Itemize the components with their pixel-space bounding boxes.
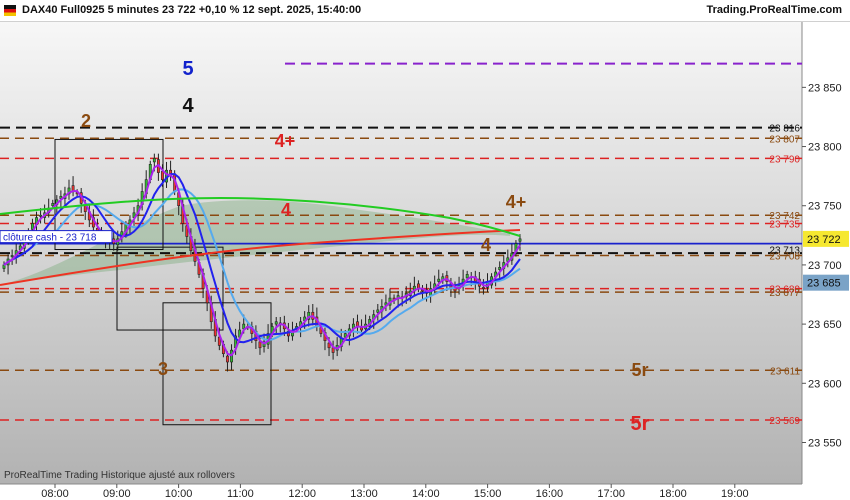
cash-close-text: clôture cash - 23 718 — [3, 233, 97, 244]
candle-body — [376, 309, 380, 313]
candle-body — [258, 341, 262, 349]
x-tick-label: 13:00 — [350, 488, 378, 500]
level-label: 23 816 — [769, 124, 800, 135]
level-label: 23 569 — [769, 416, 800, 427]
candle-body — [274, 321, 278, 325]
x-tick-label: 09:00 — [103, 488, 131, 500]
x-tick-label: 10:00 — [165, 488, 193, 500]
level-label: 23 708 — [769, 251, 800, 262]
y-tick-label: 23 650 — [808, 319, 842, 331]
x-tick-label: 18:00 — [659, 488, 687, 500]
candle-body — [10, 255, 14, 257]
wave-annotation: 4+ — [506, 192, 527, 212]
level-label: 23 611 — [770, 366, 800, 377]
candle-body — [360, 327, 363, 331]
level-label: 23 677 — [769, 288, 800, 299]
wave-annotation: 4 — [182, 95, 194, 117]
y-tick-label: 23 750 — [808, 201, 842, 213]
y-tick-label: 23 850 — [808, 82, 842, 94]
wave-annotation: 4 — [281, 200, 291, 220]
wave-annotation: 5 — [182, 58, 193, 80]
y-tick-label: 23 800 — [808, 142, 842, 154]
candle-body — [482, 287, 485, 289]
candle-body — [242, 323, 246, 330]
level-label: 23 807 — [769, 134, 800, 145]
wave-annotation: 5r — [631, 360, 648, 380]
wave-annotation: 2 — [81, 111, 91, 131]
x-tick-label: 08:00 — [41, 488, 69, 500]
candle-body — [465, 274, 469, 279]
candle-body — [161, 171, 164, 180]
y-tick-label: 23 600 — [808, 378, 842, 390]
x-tick-label: 17:00 — [597, 488, 625, 500]
price-badge-label: 23 722 — [807, 234, 841, 246]
level-label: 23 790 — [769, 154, 800, 165]
footer-note: ProRealTime Trading Historique ajusté au… — [4, 470, 235, 481]
candle-body — [39, 214, 42, 217]
candle-body — [498, 266, 502, 270]
y-tick-label: 23 550 — [808, 437, 842, 449]
cash-close-label: clôture cash - 23 718 — [0, 230, 113, 244]
x-tick-label: 15:00 — [474, 488, 502, 500]
y-tick-label: 23 700 — [808, 260, 842, 272]
x-tick-label: 12:00 — [288, 488, 316, 500]
level-label: 23 735 — [769, 219, 800, 230]
x-tick-label: 11:00 — [227, 488, 254, 500]
wave-annotation: 5r — [631, 413, 650, 435]
x-tick-label: 14:00 — [412, 488, 440, 500]
candle-body — [51, 203, 55, 207]
wave-annotation: 4+ — [275, 131, 296, 151]
candle-body — [226, 355, 229, 363]
wave-annotation: 4 — [481, 235, 491, 255]
x-tick-label: 16:00 — [536, 488, 564, 500]
wave-annotation: 3 — [158, 359, 168, 379]
x-tick-label: 19:00 — [721, 488, 749, 500]
candle-body — [152, 158, 156, 163]
price-badge-label: 23 685 — [807, 278, 841, 290]
candle-body — [437, 278, 441, 282]
candle-body — [518, 238, 522, 242]
price-chart[interactable]: 23 550 23 600 23 650 23 700 23 750 23 800 23 8… — [0, 0, 850, 500]
candle-body — [331, 347, 335, 353]
